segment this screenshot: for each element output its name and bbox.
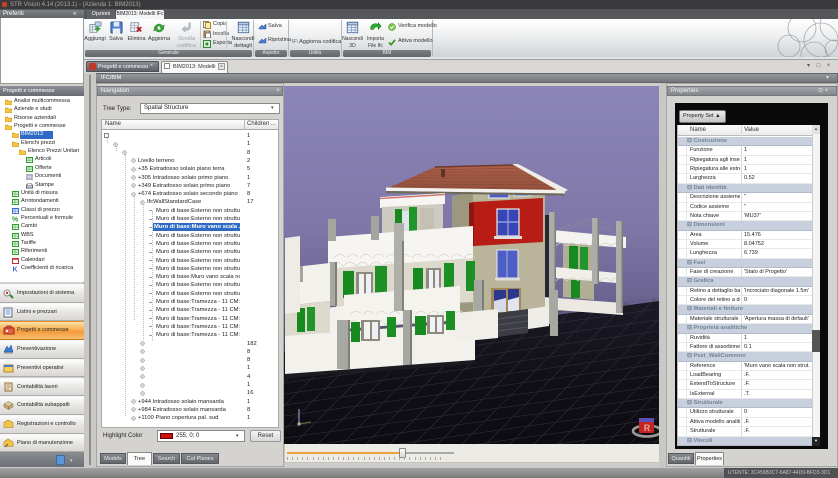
svg-text:%: % xyxy=(12,216,19,222)
svg-text:R: R xyxy=(644,423,651,433)
svg-text:K: K xyxy=(13,267,18,273)
